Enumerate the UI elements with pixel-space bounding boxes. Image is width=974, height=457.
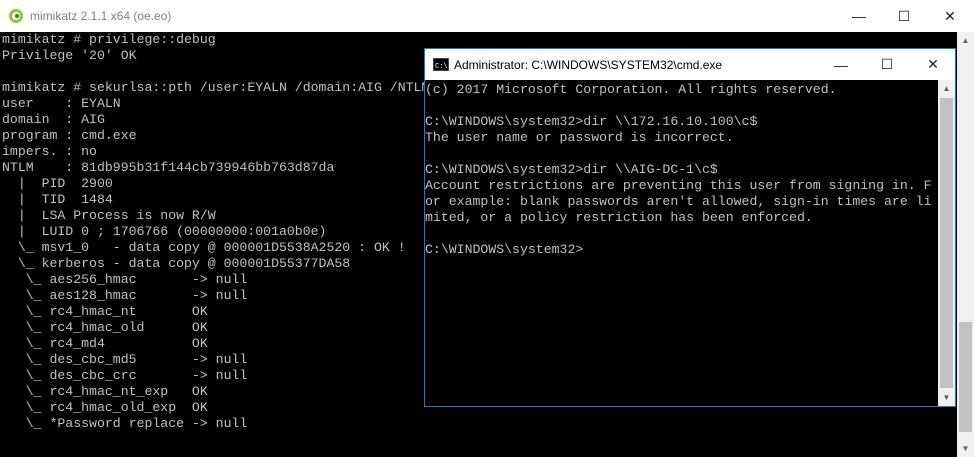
cmd-scrollbar[interactable]: ▲ ▼ xyxy=(938,80,955,406)
mimikatz-app-icon xyxy=(9,9,23,23)
scroll-up-icon[interactable]: ▲ xyxy=(957,32,974,49)
close-button[interactable]: ✕ xyxy=(910,49,956,80)
console-line: or example: blank passwords aren't allow… xyxy=(425,194,932,209)
minimize-icon: — xyxy=(834,56,848,73)
console-line: mited, or a policy restriction has been … xyxy=(425,210,813,225)
console-line: (c) 2017 Microsoft Corporation. All righ… xyxy=(425,82,837,97)
minimize-button[interactable]: — xyxy=(818,49,864,80)
console-line: mimikatz # privilege::debug xyxy=(2,32,216,47)
scroll-down-icon[interactable]: ▼ xyxy=(957,440,974,457)
console-line: Account restrictions are preventing this… xyxy=(425,178,932,193)
maximize-button[interactable]: ☐ xyxy=(864,49,910,80)
cmd-app-icon: C:\ xyxy=(433,58,449,71)
scroll-down-icon[interactable]: ▼ xyxy=(938,389,955,406)
cmd-window-title: Administrator: C:\WINDOWS\SYSTEM32\cmd.e… xyxy=(454,58,723,72)
scrollbar-thumb[interactable] xyxy=(959,322,972,432)
cmd-window[interactable]: C:\ Administrator: C:\WINDOWS\SYSTEM32\c… xyxy=(424,48,956,407)
svg-text:C:\: C:\ xyxy=(435,63,448,71)
cmd-titlebar[interactable]: C:\ Administrator: C:\WINDOWS\SYSTEM32\c… xyxy=(425,49,955,80)
console-line: C:\WINDOWS\system32> xyxy=(425,242,584,257)
cmd-console-output[interactable]: (c) 2017 Microsoft Corporation. All righ… xyxy=(425,82,931,258)
maximize-icon: ☐ xyxy=(897,7,911,24)
console-line: \_ *Password replace -> null xyxy=(2,416,248,431)
close-icon: ✕ xyxy=(927,56,939,72)
close-button[interactable]: ✕ xyxy=(927,0,973,32)
mimikatz-scrollbar[interactable]: ▲ ▼ xyxy=(957,32,974,457)
maximize-icon: ☐ xyxy=(880,56,894,72)
console-line: C:\WINDOWS\system32>dir \\172.16.10.100\… xyxy=(425,114,758,129)
scroll-up-icon[interactable]: ▲ xyxy=(938,80,955,97)
scrollbar-thumb[interactable] xyxy=(940,98,953,388)
maximize-button[interactable]: ☐ xyxy=(881,0,927,32)
mimikatz-titlebar[interactable]: mimikatz 2.1.1 x64 (oe.eo) — ☐ ✕ xyxy=(0,0,974,32)
minimize-button[interactable]: — xyxy=(836,0,882,32)
console-line: The user name or password is incorrect. xyxy=(425,130,734,145)
close-icon: ✕ xyxy=(944,7,956,24)
mimikatz-window-title: mimikatz 2.1.1 x64 (oe.eo) xyxy=(30,9,172,23)
console-line: C:\WINDOWS\system32>dir \\AIG-DC-1\c$ xyxy=(425,162,718,177)
minimize-icon: — xyxy=(852,8,866,24)
